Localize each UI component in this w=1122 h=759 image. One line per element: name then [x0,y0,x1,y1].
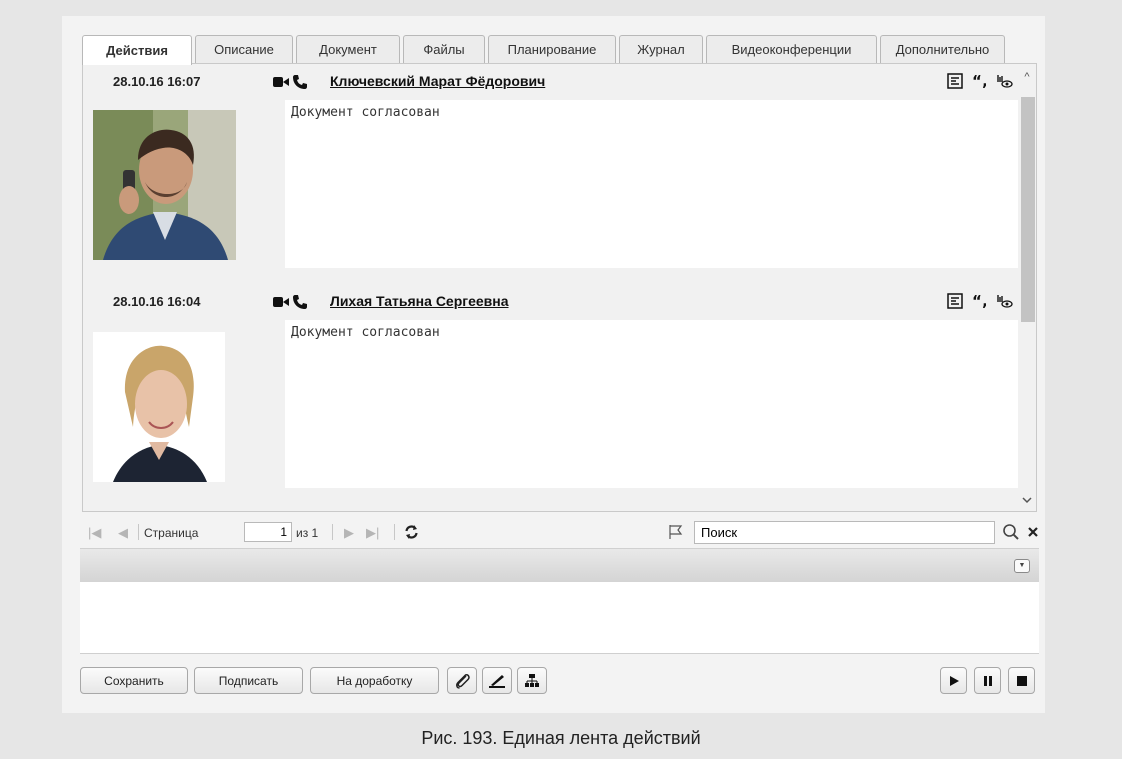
sign-button[interactable]: Подписать [194,667,303,694]
prev-page-icon[interactable]: ◀ [118,525,128,541]
page-number-input[interactable] [244,522,292,542]
quote-icon[interactable]: “„ [972,294,986,308]
rework-button[interactable]: На доработку [310,667,439,694]
contact-icons [273,74,308,90]
scroll-up-icon[interactable]: ^ [1018,68,1036,86]
quote-icon[interactable]: “„ [972,74,986,88]
grid-body [80,582,1039,654]
entry-author-link[interactable]: Ключевский Марат Фёдорович [330,73,545,89]
read-eye-icon[interactable] [995,73,1013,89]
hierarchy-icon [525,673,539,687]
tab-actions[interactable]: Действия [82,35,192,65]
last-page-icon[interactable]: ▶| [366,525,379,541]
entry-author-link[interactable]: Лихая Татьяна Сергеевна [330,293,509,309]
edit-text-icon[interactable] [947,73,963,89]
entry-action-icons: “„ [947,293,1013,309]
entry-action-icons: “„ [947,73,1013,89]
video-camera-icon[interactable] [273,76,289,88]
route-button[interactable] [517,667,547,694]
pager-toolbar: |◀ ◀ Страница из 1 ▶ ▶| [82,518,1038,546]
read-eye-icon[interactable] [995,293,1013,309]
tab-journal[interactable]: Журнал [619,35,703,63]
flag-icon[interactable] [668,524,684,540]
grid-header: ▼ [80,548,1039,582]
actions-feed: 28.10.16 16:07 Ключевский Марат Фёдорови… [82,63,1037,512]
play-button[interactable] [940,667,967,694]
svg-text:“„: “„ [972,74,986,88]
stop-button[interactable] [1008,667,1035,694]
svg-text:“„: “„ [972,294,986,308]
tab-document[interactable]: Документ [296,35,400,63]
phone-icon[interactable] [292,294,308,310]
entry-date: 28.10.16 16:07 [113,74,201,89]
save-button[interactable]: Сохранить [80,667,188,694]
search-icon[interactable] [1002,523,1020,541]
phone-icon[interactable] [292,74,308,90]
entry-comment: Документ согласован [285,320,1036,488]
chevron-down-icon[interactable]: ▼ [1014,559,1030,573]
video-camera-icon[interactable] [273,296,289,308]
document-panel: Действия Описание Документ Файлы Планиро… [62,16,1045,713]
paperclip-icon [456,673,470,689]
page-count-label: из 1 [296,526,319,540]
pause-icon [983,675,992,686]
feed-scrollbar[interactable]: ^ [1018,64,1036,511]
edit-text-icon[interactable] [947,293,963,309]
feed-entry-header: 28.10.16 16:04 Лихая Татьяна Сергеевна “… [83,284,1036,318]
tab-description[interactable]: Описание [195,35,293,63]
tab-additional[interactable]: Дополнительно [880,35,1005,63]
search-input[interactable] [694,521,995,544]
sign-pen-button[interactable] [482,667,512,694]
tab-files[interactable]: Файлы [403,35,485,63]
man-avatar [93,110,236,260]
contact-icons [273,294,308,310]
pause-button[interactable] [974,667,1001,694]
refresh-icon[interactable] [404,525,419,539]
first-page-icon[interactable]: |◀ [88,525,101,541]
entry-date: 28.10.16 16:04 [113,294,201,309]
tab-videoconferences[interactable]: Видеоконференции [706,35,877,63]
tab-planning[interactable]: Планирование [488,35,616,63]
attach-button[interactable] [447,667,477,694]
scroll-down-icon[interactable] [1018,491,1036,509]
play-icon [949,675,959,686]
clear-search-icon[interactable] [1028,527,1038,537]
woman-avatar [93,332,225,482]
pen-icon [489,674,505,688]
page-label: Страница [144,526,199,540]
next-page-icon[interactable]: ▶ [344,525,354,541]
feed-entry-header: 28.10.16 16:07 Ключевский Марат Фёдорови… [83,64,1036,98]
figure-caption: Рис. 193. Единая лента действий [421,728,701,748]
scroll-thumb[interactable] [1021,97,1035,322]
tab-bar: Действия Описание Документ Файлы Планиро… [82,35,1008,65]
entry-comment: Документ согласован [285,100,1036,268]
stop-icon [1016,675,1027,686]
